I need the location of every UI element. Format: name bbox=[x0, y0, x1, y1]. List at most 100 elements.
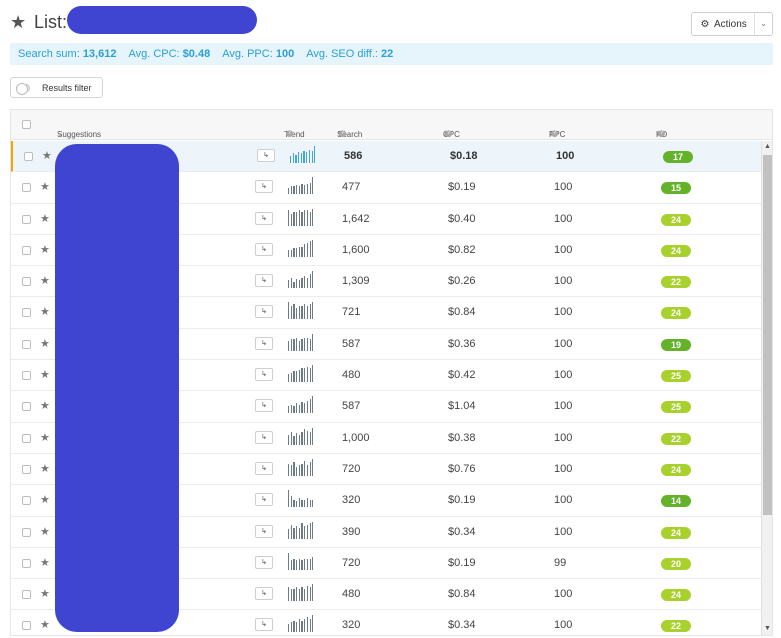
open-arrow-icon[interactable]: ↳ bbox=[255, 587, 273, 601]
trend-bar bbox=[288, 210, 290, 226]
scroll-up-icon[interactable]: ▲ bbox=[762, 141, 772, 153]
open-arrow-icon[interactable]: ↳ bbox=[255, 305, 273, 319]
star-icon[interactable]: ★ bbox=[40, 305, 50, 318]
row-checkbox[interactable] bbox=[22, 308, 31, 318]
question-icon[interactable]: ? bbox=[286, 130, 293, 137]
star-icon[interactable]: ★ bbox=[42, 149, 52, 162]
star-icon[interactable]: ★ bbox=[40, 493, 50, 506]
star-icon[interactable]: ★ bbox=[40, 337, 50, 350]
star-icon[interactable]: ★ bbox=[40, 462, 50, 475]
open-arrow-icon[interactable]: ↳ bbox=[255, 493, 273, 507]
row-checkbox[interactable] bbox=[22, 433, 31, 443]
star-icon[interactable]: ★ bbox=[10, 12, 30, 33]
trend-bar bbox=[309, 462, 311, 476]
row-checkbox[interactable] bbox=[24, 152, 33, 161]
question-icon[interactable]: ? bbox=[551, 130, 558, 137]
row-checkbox[interactable] bbox=[22, 464, 31, 474]
actions-button[interactable]: ⚙ Actions ⌄ bbox=[691, 12, 773, 36]
trend-bar bbox=[309, 212, 311, 226]
row-checkbox[interactable] bbox=[22, 590, 31, 600]
row-checkbox[interactable] bbox=[22, 527, 31, 537]
trend-sparkline bbox=[288, 239, 328, 257]
star-icon[interactable]: ★ bbox=[40, 274, 50, 287]
scrollbar-thumb[interactable] bbox=[763, 155, 772, 515]
star-icon[interactable]: ★ bbox=[40, 368, 50, 381]
open-arrow-icon[interactable]: ↳ bbox=[255, 368, 273, 382]
trend-bar bbox=[288, 374, 290, 383]
trend-bar bbox=[292, 153, 294, 163]
open-arrow-icon[interactable]: ↳ bbox=[255, 555, 273, 569]
star-icon[interactable]: ★ bbox=[40, 525, 50, 538]
open-arrow-icon[interactable]: ↳ bbox=[255, 399, 273, 413]
open-arrow-icon[interactable]: ↳ bbox=[255, 336, 273, 350]
trend-bar bbox=[298, 465, 300, 476]
avg-seo-diff: Avg. SEO diff.: 22 bbox=[306, 48, 394, 60]
row-checkbox[interactable] bbox=[22, 371, 31, 381]
trend-bar bbox=[301, 212, 303, 226]
row-checkbox[interactable] bbox=[22, 277, 31, 287]
row-checkbox[interactable] bbox=[22, 496, 31, 506]
row-checkbox[interactable] bbox=[22, 214, 31, 224]
kd-badge: 25 bbox=[661, 401, 691, 414]
trend-bar bbox=[306, 498, 308, 508]
row-checkbox[interactable] bbox=[22, 621, 31, 631]
toggle-switch[interactable] bbox=[16, 82, 30, 95]
trend-sparkline bbox=[290, 145, 330, 163]
trend-bar bbox=[298, 498, 300, 508]
star-icon[interactable]: ★ bbox=[40, 180, 50, 193]
star-icon[interactable]: ★ bbox=[40, 212, 50, 225]
open-arrow-icon[interactable]: ↳ bbox=[255, 524, 273, 538]
search-value: 1,000 bbox=[342, 431, 370, 444]
star-icon[interactable]: ★ bbox=[40, 618, 50, 631]
question-icon[interactable]: ? bbox=[339, 130, 346, 137]
open-arrow-icon[interactable]: ↳ bbox=[255, 274, 273, 288]
row-checkbox[interactable] bbox=[22, 339, 31, 349]
open-arrow-icon[interactable]: ↳ bbox=[255, 430, 273, 444]
open-arrow-icon[interactable]: ↳ bbox=[255, 180, 273, 194]
row-checkbox[interactable] bbox=[22, 245, 31, 255]
vertical-scrollbar[interactable]: ▲ ▼ bbox=[761, 141, 772, 635]
trend-bar bbox=[296, 185, 298, 195]
open-arrow-icon[interactable]: ↳ bbox=[257, 149, 275, 162]
search-value: 1,642 bbox=[342, 212, 370, 225]
trend-bar bbox=[296, 587, 298, 602]
question-icon[interactable]: ? bbox=[445, 130, 452, 137]
star-icon[interactable]: ★ bbox=[40, 243, 50, 256]
open-arrow-icon[interactable]: ↳ bbox=[255, 618, 273, 632]
ppc-value: 100 bbox=[554, 306, 573, 319]
row-checkbox[interactable] bbox=[22, 402, 31, 412]
trend-bar bbox=[312, 333, 314, 351]
trend-bar bbox=[301, 620, 303, 633]
trend-bar bbox=[288, 340, 290, 351]
open-arrow-icon[interactable]: ↳ bbox=[255, 211, 273, 225]
search-value: 1,600 bbox=[342, 243, 370, 256]
select-all-checkbox[interactable] bbox=[22, 120, 31, 129]
trend-bar bbox=[290, 622, 292, 633]
cpc-value: $0.84 bbox=[448, 588, 476, 601]
trend-bar bbox=[304, 429, 306, 445]
trend-bar bbox=[312, 521, 314, 539]
star-icon[interactable]: ★ bbox=[40, 587, 50, 600]
trend-bar bbox=[304, 276, 306, 289]
trend-bar bbox=[293, 406, 295, 414]
row-checkbox[interactable] bbox=[22, 558, 31, 568]
star-icon[interactable]: ★ bbox=[40, 556, 50, 569]
star-icon[interactable]: ★ bbox=[40, 431, 50, 444]
trend-bar bbox=[293, 304, 295, 320]
question-icon[interactable]: ? bbox=[658, 130, 665, 137]
row-checkbox[interactable] bbox=[22, 183, 31, 193]
cpc-value: $0.34 bbox=[448, 525, 476, 538]
ppc-value: 100 bbox=[554, 275, 573, 288]
star-icon[interactable]: ★ bbox=[40, 399, 50, 412]
open-arrow-icon[interactable]: ↳ bbox=[255, 461, 273, 475]
trend-bar bbox=[304, 185, 306, 195]
results-filter-toggle[interactable]: Results filter bbox=[10, 77, 103, 98]
open-arrow-icon[interactable]: ↳ bbox=[255, 242, 273, 256]
trend-bar bbox=[290, 404, 292, 414]
trend-bar bbox=[309, 182, 311, 195]
chevron-down-icon[interactable]: ⌄ bbox=[754, 13, 772, 35]
trend-bar bbox=[301, 463, 303, 476]
trend-bar bbox=[306, 338, 308, 351]
scroll-down-icon[interactable]: ▼ bbox=[762, 623, 772, 635]
trend-bar bbox=[306, 465, 308, 476]
